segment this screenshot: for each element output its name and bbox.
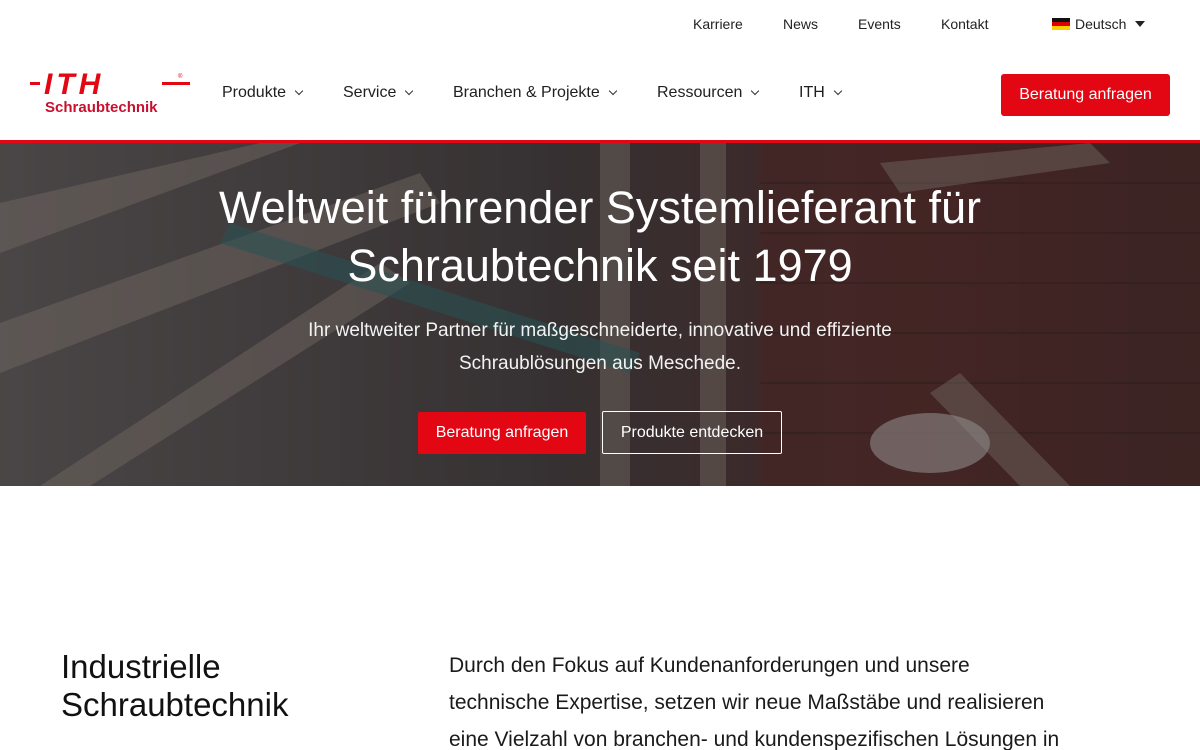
header-consultation-button[interactable]: Beratung anfragen — [1001, 74, 1170, 116]
chevron-down-icon — [608, 86, 617, 96]
nav-branchen-label: Branchen & Projekte — [453, 84, 600, 101]
nav-produkte[interactable]: Produkte — [222, 84, 304, 102]
svg-text:®: ® — [178, 73, 183, 80]
chevron-down-icon — [294, 86, 304, 96]
intro-title: Industrielle Schraubtechnik — [61, 648, 288, 724]
logo-subtitle: Schraubtechnik — [45, 99, 158, 116]
chevron-down-icon — [405, 86, 414, 96]
germany-flag-icon — [1052, 18, 1070, 30]
chevron-down-icon — [751, 86, 760, 96]
link-kontakt[interactable]: Kontakt — [941, 16, 988, 32]
intro-text-line-3: eine Vielzahl von branchen- und kundensp… — [449, 728, 1060, 750]
hero-title: Weltweit führender Systemlieferant für S… — [0, 179, 1200, 295]
link-karriere[interactable]: Karriere — [693, 16, 743, 32]
language-selector[interactable]: Deutsch — [1052, 16, 1146, 32]
link-events[interactable]: Events — [858, 16, 901, 32]
hero-subtitle-line-2: Schraublösungen aus Meschede. — [458, 353, 742, 374]
nav-branchen-projekte[interactable]: Branchen & Projekte — [453, 84, 617, 102]
nav-service-label: Service — [343, 84, 397, 101]
intro-text-line-2: technische Expertise, setzen wir neue Ma… — [449, 691, 1045, 714]
ith-logo[interactable]: ITH Schraubtechnik ® — [30, 68, 192, 116]
intro-text-line-1: Durch den Fokus auf Kundenanforderungen … — [449, 654, 970, 677]
nav-ressourcen-label: Ressourcen — [657, 84, 743, 101]
main-header: ITH Schraubtechnik ® Produkte Service Br… — [0, 48, 1200, 140]
utility-bar: Karriere News Events Kontakt Deutsch — [0, 0, 1200, 48]
intro-text: Durch den Fokus auf Kundenanforderungen … — [449, 647, 1149, 750]
nav-ressourcen[interactable]: Ressourcen — [657, 84, 760, 102]
hero-subtitle: Ihr weltweiter Partner für maßgeschneide… — [0, 314, 1200, 380]
language-label: Deutsch — [1075, 16, 1127, 32]
hero-title-line-1: Weltweit führender Systemlieferant für — [219, 182, 981, 233]
nav-ith[interactable]: ITH — [799, 84, 843, 102]
nav-service[interactable]: Service — [343, 84, 414, 102]
caret-down-icon — [1135, 21, 1146, 27]
nav-ith-label: ITH — [799, 84, 825, 101]
link-news[interactable]: News — [783, 16, 818, 32]
nav-produkte-label: Produkte — [222, 84, 287, 101]
intro-title-line-2: Schraubtechnik — [61, 686, 289, 723]
chevron-down-icon — [833, 86, 843, 96]
intro-title-line-1: Industrielle — [61, 648, 221, 685]
hero-subtitle-line-1: Ihr weltweiter Partner für maßgeschneide… — [308, 320, 892, 341]
hero-products-button[interactable]: Produkte entdecken — [602, 411, 782, 454]
svg-text:ITH: ITH — [44, 70, 104, 101]
hero-consultation-button[interactable]: Beratung anfragen — [418, 412, 586, 454]
hero-section: Weltweit führender Systemlieferant für S… — [0, 143, 1200, 486]
hero-title-line-2: Schraubtechnik seit 1979 — [347, 240, 853, 291]
